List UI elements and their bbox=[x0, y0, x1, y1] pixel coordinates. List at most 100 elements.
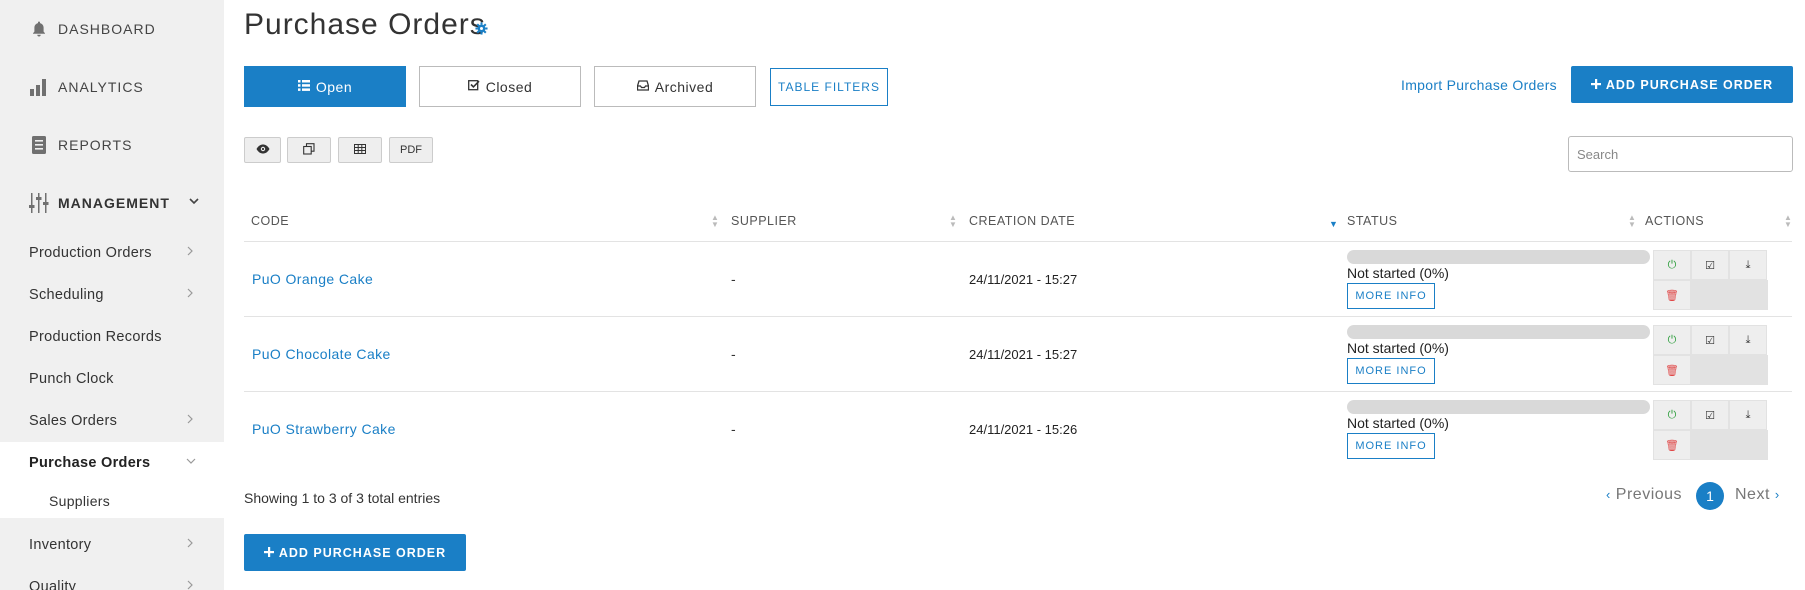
sort-icon[interactable]: ▲ ▼ bbox=[1628, 214, 1636, 229]
status-text: Not started (0%) bbox=[1347, 265, 1449, 281]
page-number-button[interactable]: 1 bbox=[1696, 482, 1724, 510]
sidebar-subitem-suppliers[interactable]: Suppliers bbox=[0, 484, 224, 518]
main-content: Purchase Orders Open Closed Archived TAB… bbox=[224, 0, 1805, 590]
plus-icon bbox=[263, 546, 274, 560]
sidebar-item-quality[interactable]: Quality bbox=[0, 566, 224, 590]
copy-button[interactable] bbox=[287, 137, 331, 163]
progress-bar bbox=[1347, 325, 1650, 339]
chevron-right-icon bbox=[186, 538, 194, 551]
more-info-button[interactable]: MORE INFO bbox=[1347, 433, 1435, 459]
close-order-button[interactable]: ☑ bbox=[1691, 325, 1729, 355]
chevron-right-icon bbox=[186, 580, 194, 590]
chevron-right-icon bbox=[186, 246, 194, 259]
sidebar-item-production-orders[interactable]: Production Orders bbox=[0, 232, 224, 274]
column-header-creation-date[interactable]: CREATION DATE bbox=[969, 214, 1075, 228]
previous-label: Previous bbox=[1615, 486, 1683, 503]
table-row: PuO Chocolate Cake - 24/11/2021 - 15:27 … bbox=[244, 317, 1792, 392]
nav-analytics[interactable]: ANALYTICS bbox=[0, 58, 224, 116]
table-icon bbox=[354, 143, 366, 157]
supplier-cell: - bbox=[731, 346, 736, 362]
csv-export-button[interactable] bbox=[338, 137, 382, 163]
download-icon: ⤓ bbox=[1745, 333, 1751, 346]
inbox-icon bbox=[636, 79, 649, 94]
sidebar-item-sales-orders[interactable]: Sales Orders bbox=[0, 400, 224, 442]
trash-icon: 🗑 bbox=[1665, 289, 1679, 302]
trash-icon: 🗑 bbox=[1665, 439, 1679, 452]
power-icon: ⏻ bbox=[1667, 258, 1677, 271]
check-square-icon: ☑ bbox=[1705, 334, 1715, 347]
start-button[interactable]: ⏻ bbox=[1653, 400, 1691, 430]
action-spacer bbox=[1691, 280, 1768, 310]
creation-date-cell: 24/11/2021 - 15:27 bbox=[969, 272, 1078, 287]
action-spacer bbox=[1691, 355, 1768, 385]
sidebar-item-label: Production Records bbox=[29, 329, 162, 345]
tab-closed-label: Closed bbox=[485, 78, 533, 95]
download-button[interactable]: ⤓ bbox=[1729, 400, 1767, 430]
delete-button[interactable]: 🗑 bbox=[1653, 355, 1691, 385]
sidebar-item-label: Quality bbox=[29, 579, 77, 590]
tab-closed[interactable]: Closed bbox=[419, 66, 581, 107]
nav-management[interactable]: MANAGEMENT bbox=[0, 174, 224, 232]
add-purchase-order-label: ADD PURCHASE ORDER bbox=[278, 545, 447, 560]
start-button[interactable]: ⏻ bbox=[1653, 250, 1691, 280]
tab-archived-label: Archived bbox=[654, 78, 714, 95]
search-input[interactable] bbox=[1568, 136, 1793, 172]
gear-icon[interactable] bbox=[475, 22, 488, 38]
column-header-code[interactable]: CODE bbox=[251, 214, 289, 228]
sidebar-item-label: Inventory bbox=[29, 537, 92, 553]
nav-dashboard[interactable]: DASHBOARD bbox=[0, 0, 224, 58]
previous-page-button[interactable]: ‹ Previous bbox=[1606, 486, 1682, 504]
sort-icon[interactable]: ▲ ▼ bbox=[711, 214, 719, 229]
action-spacer bbox=[1691, 430, 1768, 460]
table-row: PuO Orange Cake - 24/11/2021 - 15:27 Not… bbox=[244, 242, 1792, 317]
close-order-button[interactable]: ☑ bbox=[1691, 400, 1729, 430]
sort-desc-icon[interactable]: ▼ bbox=[1329, 220, 1338, 229]
sidebar-item-label: Production Orders bbox=[29, 245, 152, 261]
supplier-cell: - bbox=[731, 271, 736, 287]
delete-button[interactable]: 🗑 bbox=[1653, 430, 1691, 460]
sort-icon[interactable]: ▲ ▼ bbox=[1784, 214, 1792, 229]
table-filters-button[interactable]: TABLE FILTERS bbox=[770, 68, 888, 106]
import-purchase-orders-link[interactable]: Import Purchase Orders bbox=[1401, 77, 1557, 93]
delete-button[interactable]: 🗑 bbox=[1653, 280, 1691, 310]
more-info-button[interactable]: MORE INFO bbox=[1347, 358, 1435, 384]
next-page-button[interactable]: Next › bbox=[1735, 486, 1780, 504]
sidebar-item-scheduling[interactable]: Scheduling bbox=[0, 274, 224, 316]
plus-icon bbox=[1590, 78, 1601, 92]
sidebar-item-label: Suppliers bbox=[49, 493, 111, 509]
pdf-export-button[interactable]: PDF bbox=[389, 137, 433, 163]
sidebar-item-punch-clock[interactable]: Punch Clock bbox=[0, 358, 224, 400]
chevron-down-icon bbox=[188, 194, 200, 210]
tab-open[interactable]: Open bbox=[244, 66, 406, 107]
download-button[interactable]: ⤓ bbox=[1729, 250, 1767, 280]
creation-date-cell: 24/11/2021 - 15:26 bbox=[969, 422, 1078, 437]
more-info-button[interactable]: MORE INFO bbox=[1347, 283, 1435, 309]
nav-reports[interactable]: REPORTS bbox=[0, 116, 224, 174]
column-header-supplier[interactable]: SUPPLIER bbox=[731, 214, 797, 228]
chevron-left-icon: ‹ bbox=[1606, 487, 1611, 502]
purchase-order-code-link[interactable]: PuO Strawberry Cake bbox=[252, 421, 396, 437]
add-purchase-order-button[interactable]: ADD PURCHASE ORDER bbox=[1571, 66, 1793, 103]
sidebar-item-purchase-orders[interactable]: Purchase Orders bbox=[0, 442, 224, 484]
close-order-button[interactable]: ☑ bbox=[1691, 250, 1729, 280]
column-header-status[interactable]: STATUS bbox=[1347, 214, 1397, 228]
column-visibility-button[interactable] bbox=[244, 137, 281, 163]
copy-icon bbox=[303, 142, 315, 158]
purchase-order-code-link[interactable]: PuO Chocolate Cake bbox=[252, 346, 391, 362]
next-label: Next bbox=[1735, 486, 1770, 503]
sort-icon[interactable]: ▲ ▼ bbox=[949, 214, 957, 229]
check-square-icon bbox=[467, 79, 480, 94]
status-text: Not started (0%) bbox=[1347, 340, 1449, 356]
sidebar-item-inventory[interactable]: Inventory bbox=[0, 524, 224, 566]
sidebar-item-production-records[interactable]: Production Records bbox=[0, 316, 224, 358]
start-button[interactable]: ⏻ bbox=[1653, 325, 1691, 355]
tab-archived[interactable]: Archived bbox=[594, 66, 756, 107]
progress-bar bbox=[1347, 250, 1650, 264]
purchase-order-code-link[interactable]: PuO Orange Cake bbox=[252, 271, 373, 287]
download-icon: ⤓ bbox=[1745, 258, 1751, 271]
column-header-actions[interactable]: ACTIONS bbox=[1645, 214, 1704, 228]
add-purchase-order-label: ADD PURCHASE ORDER bbox=[1605, 77, 1774, 92]
add-purchase-order-bottom-button[interactable]: ADD PURCHASE ORDER bbox=[244, 534, 466, 571]
download-button[interactable]: ⤓ bbox=[1729, 325, 1767, 355]
table-row: PuO Strawberry Cake - 24/11/2021 - 15:26… bbox=[244, 392, 1792, 467]
